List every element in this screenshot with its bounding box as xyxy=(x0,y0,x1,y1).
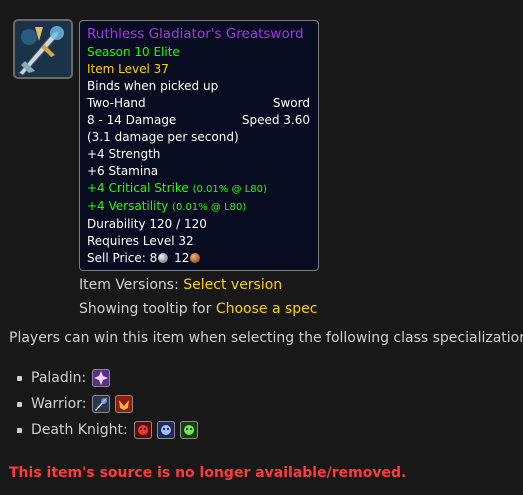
item-tooltip: Ruthless Gladiator's Greatsword Season 1… xyxy=(79,20,319,271)
silver-coin-icon xyxy=(158,253,169,263)
frost-spec-icon[interactable] xyxy=(156,421,175,439)
item-dps: (3.1 damage per second) xyxy=(87,130,239,144)
item-versatility: +4 Versatility (0.01% @ L80) xyxy=(87,198,310,216)
item-damage-row: 8 - 14 Damage Speed 3.60 xyxy=(87,112,310,129)
item-durability: Durability 120 / 120 xyxy=(87,217,207,231)
item-speed: Speed 3.60 xyxy=(241,113,310,127)
class-spec-description: Players can win this item when selecting… xyxy=(9,330,523,346)
bullet xyxy=(17,375,22,381)
tooltip-spec-label: Showing tooltip for xyxy=(79,301,212,317)
item-sell-price: Sell Price: 8 12 xyxy=(87,250,310,267)
fury-spec-icon[interactable] xyxy=(115,395,134,413)
class-label: Death Knight: xyxy=(31,422,128,438)
bullet xyxy=(17,427,22,433)
choose-spec-link[interactable]: Choose a spec xyxy=(216,301,318,317)
select-version-link[interactable]: Select version xyxy=(183,277,282,293)
item-binding: Binds when picked up xyxy=(87,79,219,93)
sell-price-label: Sell Price: xyxy=(87,251,146,265)
copper-coin-icon xyxy=(190,253,201,263)
greatsword-item-icon xyxy=(13,19,73,79)
class-spec-list: Paladin: Warrior: Death Knight: xyxy=(17,365,203,443)
source-removed-warning: This item's source is no longer availabl… xyxy=(9,465,407,481)
item-strength: +4 Strength xyxy=(87,147,161,161)
item-slot-row: Two-Hand Sword xyxy=(87,95,310,112)
retribution-spec-icon[interactable] xyxy=(92,369,111,387)
class-label: Warrior: xyxy=(31,396,87,412)
item-name: Ruthless Gladiator's Greatsword xyxy=(87,26,304,42)
item-crit-note: (0.01% @ L80) xyxy=(192,184,267,195)
class-item-warrior: Warrior: xyxy=(17,391,203,417)
item-versions-label: Item Versions: xyxy=(79,277,179,293)
item-slot: Two-Hand xyxy=(87,96,146,110)
item-requires: Requires Level 32 xyxy=(87,234,194,248)
tooltip-spec: Showing tooltip for Choose a spec xyxy=(79,301,317,317)
arms-spec-icon[interactable] xyxy=(92,395,111,413)
class-label: Paladin: xyxy=(31,370,87,386)
item-season: Season 10 Elite xyxy=(87,45,180,59)
item-versions: Item Versions: Select version xyxy=(79,277,282,293)
item-crit-value: +4 Critical Strike xyxy=(87,181,189,195)
item-level: Item Level 37 xyxy=(87,62,169,76)
class-item-paladin: Paladin: xyxy=(17,365,203,391)
class-item-death-knight: Death Knight: xyxy=(17,417,203,443)
sell-copper-amount: 12 xyxy=(174,251,190,265)
item-stamina: +6 Stamina xyxy=(87,164,159,178)
item-versatility-note: (0.01% @ L80) xyxy=(172,202,247,213)
sell-silver-amount: 8 xyxy=(149,251,158,265)
item-crit: +4 Critical Strike (0.01% @ L80) xyxy=(87,180,310,198)
item-type: Sword xyxy=(272,96,310,110)
unholy-spec-icon[interactable] xyxy=(179,421,198,439)
item-versatility-value: +4 Versatility xyxy=(87,199,169,213)
blood-spec-icon[interactable] xyxy=(133,421,152,439)
bullet xyxy=(17,401,22,407)
item-damage: 8 - 14 Damage xyxy=(87,113,177,127)
